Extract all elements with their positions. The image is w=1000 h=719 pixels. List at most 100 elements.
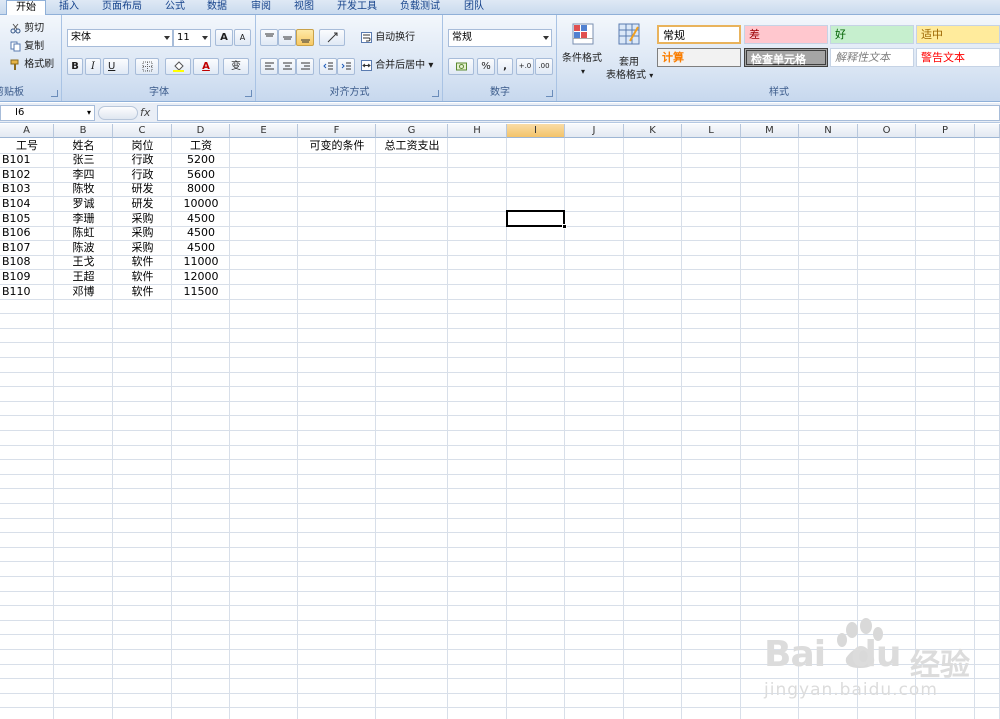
tab-load-test[interactable]: 负载测试 — [392, 0, 448, 15]
column-header-e[interactable]: E — [230, 124, 298, 138]
conditional-format-button[interactable]: 条件格式 ▾ — [561, 19, 607, 81]
font-color-button[interactable]: A — [193, 58, 219, 75]
cell-name[interactable]: 陈虹 — [54, 226, 113, 240]
column-header-m[interactable]: M — [741, 124, 799, 138]
cell-id[interactable]: B102 — [0, 168, 54, 182]
tab-view[interactable]: 视图 — [285, 0, 323, 15]
cell-salary[interactable]: 12000 — [172, 270, 230, 284]
column-header-j[interactable]: J — [565, 124, 624, 138]
column-header-l[interactable]: L — [682, 124, 741, 138]
fill-color-button[interactable] — [165, 58, 191, 75]
column-header-f[interactable]: F — [298, 124, 376, 138]
cell-salary[interactable]: 4500 — [172, 212, 230, 226]
tab-page-layout[interactable]: 页面布局 — [94, 0, 150, 15]
grow-font-button[interactable]: A — [215, 29, 233, 46]
align-right-button[interactable] — [296, 58, 314, 75]
cell-id[interactable]: B108 — [0, 255, 54, 269]
cell-id[interactable]: B110 — [0, 285, 54, 299]
worksheet-grid[interactable]: ABCDEFGHIJKLMNOP 工号 姓名 岗位 工资 可变的条件 总工资支出 B101 张… — [0, 124, 1000, 719]
cell-id[interactable]: B107 — [0, 241, 54, 255]
cell-id[interactable]: B101 — [0, 153, 54, 167]
increase-indent-button[interactable] — [337, 58, 355, 75]
align-center-button[interactable] — [278, 58, 296, 75]
cell-d1[interactable]: 工资 — [172, 139, 230, 153]
name-box[interactable]: I6 ▾ — [0, 105, 95, 121]
cell-name[interactable]: 王戈 — [54, 255, 113, 269]
copy-button[interactable]: 复制 — [10, 40, 44, 54]
style-good[interactable]: 好 — [830, 25, 914, 44]
cell-name[interactable]: 罗诚 — [54, 197, 113, 211]
font-launcher-icon[interactable] — [245, 90, 252, 97]
formula-bar-grip[interactable] — [98, 106, 138, 120]
tab-review[interactable]: 审阅 — [242, 0, 280, 15]
column-header-c[interactable]: C — [113, 124, 172, 138]
column-header-b[interactable]: B — [54, 124, 113, 138]
column-header-h[interactable]: H — [448, 124, 507, 138]
underline-button[interactable]: U — [103, 58, 129, 75]
cell-position[interactable]: 软件 — [113, 255, 172, 269]
number-launcher-icon[interactable] — [546, 90, 553, 97]
cell-salary[interactable]: 5600 — [172, 168, 230, 182]
cell-id[interactable]: B105 — [0, 212, 54, 226]
comma-button[interactable]: , — [497, 58, 513, 75]
format-painter-button[interactable]: 格式刷 — [10, 58, 54, 72]
tab-team[interactable]: 团队 — [455, 0, 493, 15]
cell-name[interactable]: 陈牧 — [54, 182, 113, 196]
cell-position[interactable]: 采购 — [113, 226, 172, 240]
phonetic-button[interactable]: 变 — [223, 58, 249, 75]
cell-name[interactable]: 李珊 — [54, 212, 113, 226]
font-name-select[interactable]: 宋体 — [67, 29, 173, 47]
cell-position[interactable]: 采购 — [113, 241, 172, 255]
cell-salary[interactable]: 10000 — [172, 197, 230, 211]
cell-name[interactable]: 陈波 — [54, 241, 113, 255]
cell-c1[interactable]: 岗位 — [113, 139, 172, 153]
align-top-button[interactable] — [260, 29, 278, 46]
tab-data[interactable]: 数据 — [198, 0, 236, 15]
tab-formulas[interactable]: 公式 — [156, 0, 194, 15]
cell-position[interactable]: 软件 — [113, 285, 172, 299]
column-header-overflow[interactable] — [975, 124, 1000, 138]
cell-g1[interactable]: 总工资支出 — [376, 139, 448, 153]
active-cell-selection[interactable] — [506, 210, 565, 227]
cell-position[interactable]: 研发 — [113, 197, 172, 211]
cell-position[interactable]: 行政 — [113, 153, 172, 167]
column-header-k[interactable]: K — [624, 124, 682, 138]
cut-button[interactable]: 剪切 — [10, 22, 44, 36]
border-button[interactable] — [135, 58, 159, 75]
cell-position[interactable]: 研发 — [113, 182, 172, 196]
increase-decimal-button[interactable]: +.0 — [516, 58, 534, 75]
style-check-cell[interactable]: 检查单元格 — [744, 48, 828, 67]
cell-salary[interactable]: 8000 — [172, 182, 230, 196]
tab-insert[interactable]: 插入 — [50, 0, 88, 15]
cell-salary[interactable]: 4500 — [172, 226, 230, 240]
column-header-g[interactable]: G — [376, 124, 448, 138]
style-bad[interactable]: 差 — [744, 25, 828, 44]
merge-center-button[interactable]: 合并后居中 ▾ — [361, 59, 433, 73]
cell-position[interactable]: 行政 — [113, 168, 172, 182]
align-bottom-button[interactable] — [296, 29, 314, 46]
column-header-p[interactable]: P — [916, 124, 975, 138]
align-left-button[interactable] — [260, 58, 278, 75]
cell-id[interactable]: B103 — [0, 182, 54, 196]
cell-name[interactable]: 张三 — [54, 153, 113, 167]
cell-id[interactable]: B109 — [0, 270, 54, 284]
cell-salary[interactable]: 11000 — [172, 255, 230, 269]
column-header-i[interactable]: I — [507, 124, 565, 138]
cell-salary[interactable]: 5200 — [172, 153, 230, 167]
style-explanatory[interactable]: 解释性文本 — [830, 48, 914, 67]
style-neutral[interactable]: 适中 — [916, 25, 1000, 44]
cell-position[interactable]: 软件 — [113, 270, 172, 284]
decrease-indent-button[interactable] — [319, 58, 337, 75]
tab-developer[interactable]: 开发工具 — [328, 0, 386, 15]
decrease-decimal-button[interactable]: .00 — [535, 58, 553, 75]
cell-salary[interactable]: 11500 — [172, 285, 230, 299]
column-header-d[interactable]: D — [172, 124, 230, 138]
style-warning[interactable]: 警告文本 — [916, 48, 1000, 67]
bold-button[interactable]: B — [67, 58, 83, 75]
align-middle-button[interactable] — [278, 29, 296, 46]
column-header-o[interactable]: O — [858, 124, 916, 138]
format-as-table-button[interactable]: 套用 表格格式 ▾ — [606, 19, 654, 81]
cell-position[interactable]: 采购 — [113, 212, 172, 226]
style-calculation[interactable]: 计算 — [657, 48, 741, 67]
cell-b1[interactable]: 姓名 — [54, 139, 113, 153]
